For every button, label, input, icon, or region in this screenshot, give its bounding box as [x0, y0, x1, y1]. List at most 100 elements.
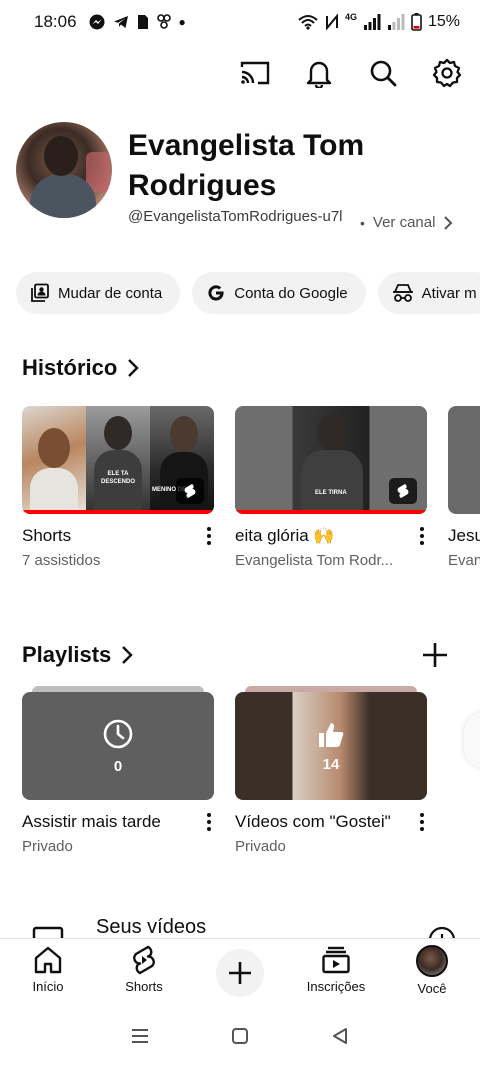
nav-shorts[interactable]: Shorts — [102, 945, 186, 994]
chip-label: Conta do Google — [234, 284, 348, 302]
playlists-title: Playlists — [22, 642, 112, 667]
view-channel-link[interactable]: • Ver canal — [360, 214, 453, 231]
home-icon — [34, 946, 62, 974]
history-title: Histórico — [22, 355, 118, 380]
your-videos-icon — [32, 926, 64, 938]
back-icon[interactable] — [330, 1026, 350, 1046]
switch-account-icon — [31, 283, 49, 302]
google-account-chip[interactable]: Conta do Google — [192, 272, 366, 314]
home-button-icon[interactable] — [230, 1026, 250, 1046]
account-chips: Mudar de conta Conta do Google Ativar m — [16, 272, 480, 314]
card-title: Assistir mais tarde — [22, 812, 161, 831]
incognito-icon — [392, 284, 413, 302]
network-type: 4G — [344, 12, 357, 22]
messenger-icon — [89, 14, 105, 30]
video-thumbnail[interactable]: ELE TIRNA — [235, 406, 427, 514]
shorts-badge — [389, 478, 417, 504]
chip-label: Mudar de conta — [58, 284, 163, 302]
history-card-shorts[interactable]: ELE TA DESCENDO MENINO DE Shorts 7 assis… — [22, 406, 214, 569]
chevron-right-icon — [122, 646, 133, 664]
more-vert-icon[interactable] — [202, 812, 216, 832]
channel-name: Evangelista Tom Rodrigues — [128, 129, 365, 202]
subscriptions-icon — [322, 946, 350, 974]
history-header[interactable]: Histórico — [22, 355, 140, 381]
nav-subscriptions[interactable]: Inscrições — [294, 945, 378, 994]
nav-home[interactable]: Início — [6, 945, 90, 994]
add-playlist-button[interactable] — [420, 640, 450, 670]
nav-label: Você — [417, 981, 447, 996]
liked-videos-thumbnail[interactable]: 14 — [235, 692, 427, 800]
history-card-peek[interactable] — [448, 406, 480, 514]
thumbs-up-icon — [319, 722, 344, 747]
shorts-icon — [397, 484, 409, 498]
nav-label: Shorts — [125, 979, 163, 994]
incognito-chip[interactable]: Ativar m — [377, 272, 480, 314]
chevron-right-icon — [444, 215, 453, 230]
shorts-icon — [133, 945, 155, 975]
more-notifications-dot: ● — [178, 15, 186, 29]
status-right: 4G 15% — [297, 12, 460, 31]
separator-dot: • — [360, 214, 365, 231]
card-title: Shorts — [22, 526, 72, 545]
nav-label: Início — [32, 979, 64, 994]
avatar — [416, 945, 448, 977]
chip-label: Ativar m — [421, 284, 477, 302]
bell-icon — [306, 61, 332, 88]
card-subtitle: Privado — [235, 838, 286, 855]
search-button[interactable] — [364, 54, 402, 92]
card-subtitle: Privado — [22, 838, 73, 855]
top-actions — [236, 54, 466, 92]
switch-account-chip[interactable]: Mudar de conta — [16, 272, 181, 314]
card-title: eita glória 🙌 — [235, 526, 335, 545]
channel-avatar[interactable] — [16, 122, 112, 218]
status-time: 18:06 — [34, 12, 77, 31]
more-vert-icon[interactable] — [415, 526, 429, 546]
playlist-card-liked[interactable]: 14 Vídeos com "Gostei" Privado — [235, 686, 427, 855]
progress-bar — [235, 510, 427, 514]
playlist-count: 14 — [322, 755, 340, 773]
playlists-header[interactable]: Playlists — [22, 642, 133, 668]
watch-later-thumbnail[interactable]: 0 — [22, 692, 214, 800]
nav-label: Inscrições — [306, 979, 366, 994]
playlist-count: 0 — [113, 757, 123, 775]
telegram-icon — [113, 16, 128, 28]
notification-icons: ● — [89, 14, 186, 30]
card-subtitle: 7 assistidos — [22, 552, 101, 569]
status-bar: 18:06 ● 4G 15% — [0, 0, 480, 44]
more-vert-icon[interactable] — [202, 526, 216, 546]
playlist-card-watch-later[interactable]: 0 Assistir mais tarde Privado — [22, 686, 214, 855]
battery-percent: 15% — [427, 13, 460, 30]
settings-button[interactable] — [428, 54, 466, 92]
notifications-button[interactable] — [300, 54, 338, 92]
overlay-text: ELE TIRNA — [315, 490, 347, 496]
shorts-thumbnail[interactable]: ELE TA DESCENDO MENINO DE — [22, 406, 214, 514]
card-title: Vídeos com "Gostei" — [235, 812, 391, 831]
nav-you[interactable]: Você — [390, 945, 474, 996]
card-subtitle: Evan — [448, 552, 480, 569]
create-icon — [229, 962, 251, 984]
chevron-right-icon — [128, 359, 140, 377]
bottom-navigation: Início Shorts Inscrições Você — [0, 938, 480, 1006]
app-icon — [156, 14, 171, 29]
nfc-icon — [325, 14, 338, 30]
card-subtitle: Evangelista Tom Rodr... — [235, 552, 394, 569]
gear-icon — [432, 58, 462, 88]
channel-handle: @EvangelistaTomRodrigues-u7l — [128, 208, 343, 225]
nav-create[interactable] — [198, 945, 282, 997]
recents-icon[interactable] — [130, 1027, 150, 1045]
google-icon — [208, 285, 224, 301]
playlist-scroll-button[interactable] — [464, 712, 480, 768]
your-videos-item[interactable]: Seus vídeos — [96, 916, 206, 939]
cast-button[interactable] — [236, 54, 274, 92]
overlay-text: ELE TA DESCENDO — [100, 471, 135, 485]
search-icon — [370, 60, 397, 87]
view-channel-label: Ver canal — [372, 214, 436, 231]
card-title: Jesu — [448, 526, 480, 545]
more-vert-icon[interactable] — [415, 812, 429, 832]
shorts-badge — [176, 478, 204, 504]
create-button[interactable] — [216, 949, 264, 997]
cast-icon — [240, 61, 270, 85]
history-card-video[interactable]: ELE TIRNA eita glória 🙌 Evangelista Tom … — [235, 406, 427, 569]
system-navigation — [0, 1006, 480, 1066]
clock-icon — [103, 719, 133, 748]
